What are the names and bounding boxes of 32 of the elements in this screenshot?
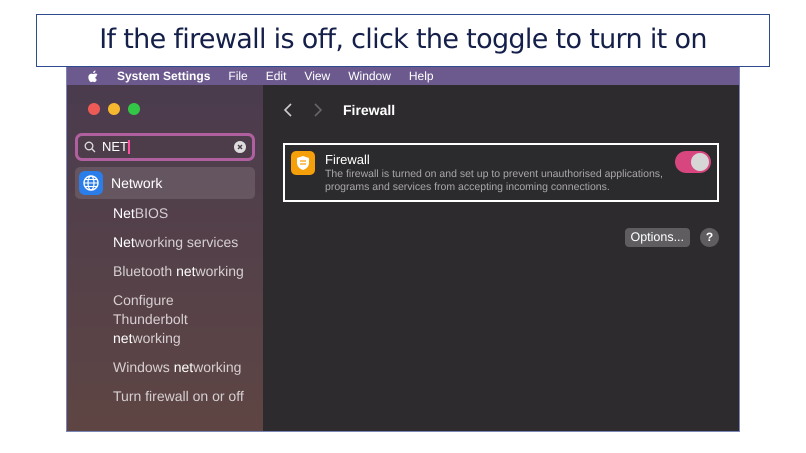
page-title: Firewall — [343, 100, 396, 120]
search-icon — [84, 141, 96, 153]
menu-item[interactable]: Edit — [266, 67, 286, 85]
menu-item[interactable]: Help — [408, 67, 434, 85]
menu-item[interactable]: File — [228, 67, 248, 85]
callout-text: If the firewall is off, click the toggle to turn it on — [99, 23, 707, 58]
toggle-switch[interactable] — [675, 151, 711, 173]
sidebar-item[interactable]: NetBIOS — [75, 199, 255, 228]
help-button[interactable]: ? — [700, 228, 719, 247]
sidebar-item[interactable]: Windows networking — [75, 353, 255, 382]
menu-item[interactable]: Window — [348, 67, 391, 85]
close-button[interactable] — [88, 103, 100, 115]
sidebar-item[interactable]: Bluetooth networking — [75, 257, 255, 286]
back-icon[interactable] — [283, 102, 293, 118]
apple-icon[interactable] — [87, 70, 99, 82]
search-value: NET — [102, 138, 130, 156]
setting-description: The firewall is turned on and set up to prevent unauthorised applications, programs and services from accepting incoming connections. — [325, 168, 664, 194]
clear-icon[interactable] — [234, 141, 246, 153]
menu-item[interactable]: View — [304, 67, 330, 85]
sidebar-item[interactable]: Configure Thunderbolt networking — [75, 286, 255, 353]
search-field[interactable]: NET — [75, 133, 255, 161]
forward-icon[interactable] — [313, 102, 323, 118]
setting-title: Firewall — [325, 151, 371, 168]
menu-app-name[interactable]: System Settings — [117, 67, 210, 85]
sidebar-item[interactable]: Turn firewall on or off — [75, 382, 255, 411]
minimize-button[interactable] — [108, 103, 120, 115]
sidebar-item[interactable]: Network — [75, 167, 255, 199]
sidebar-item[interactable]: Networking services — [75, 228, 255, 257]
shield-icon — [291, 151, 315, 175]
globe-icon — [79, 171, 103, 195]
zoom-button[interactable] — [128, 103, 140, 115]
options-button[interactable]: Options... — [624, 228, 690, 247]
